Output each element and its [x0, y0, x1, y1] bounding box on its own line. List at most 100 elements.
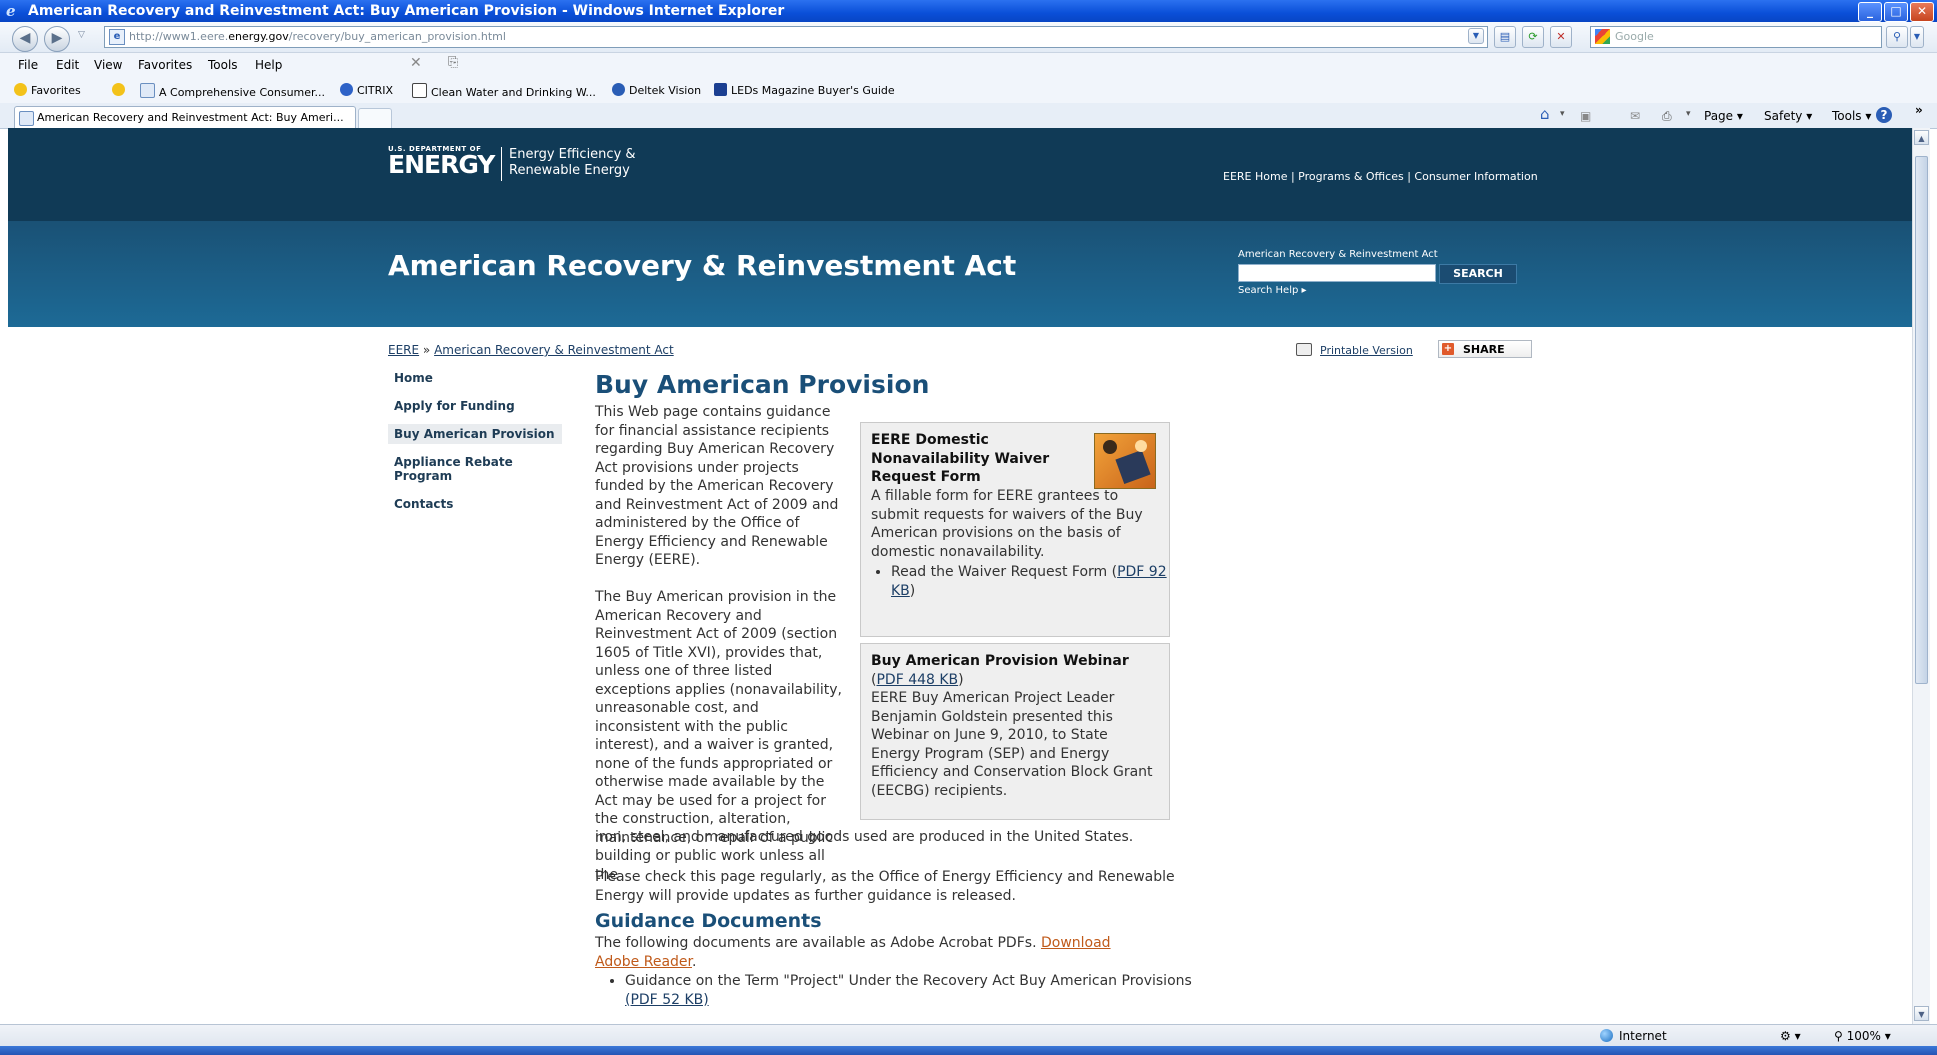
intro-paragraph: This Web page contains guidance for fina… [595, 404, 839, 568]
check-regularly-paragraph: Please check this page regularly, as the… [595, 869, 1175, 904]
webinar-box-content: Buy American Provision Webinar (PDF 448 … [871, 652, 1161, 800]
page-viewport: U.S. DEPARTMENT OF ENERGY Energy Efficie… [8, 128, 1912, 1024]
waiver-box-title: EERE Domestic Nonavailability Waiver Req… [871, 432, 1050, 485]
share-button[interactable]: + SHARE [1438, 340, 1532, 358]
favorites-button[interactable]: Favorites [14, 83, 81, 97]
epa-icon [412, 83, 427, 98]
print-icon[interactable]: ⎙ [1662, 109, 1672, 124]
waiver-box-body: A fillable form for EERE grantees to sub… [871, 488, 1143, 560]
menu-edit[interactable]: Edit [56, 58, 79, 72]
search-options-dropdown[interactable]: ▼ [1910, 26, 1924, 48]
buy-american-paragraph-end: iron, steel, and manufactured goods used… [595, 829, 1134, 845]
webinar-box-title: Buy American Provision Webinar [871, 653, 1129, 669]
scroll-down-arrow-icon[interactable]: ▼ [1914, 1006, 1929, 1021]
compatibility-icon: ▤ [1499, 30, 1511, 43]
breadcrumb: EERE » American Recovery & Reinvestment … [388, 343, 674, 357]
back-arrow-icon: ◀ [19, 30, 31, 46]
help-icon[interactable]: ? [1876, 107, 1892, 123]
tools-menu[interactable]: Tools ▾ [1832, 109, 1871, 123]
address-url[interactable]: http://www1.eere.energy.gov/recovery/buy… [129, 30, 506, 43]
close-button[interactable]: ✕ [1910, 2, 1934, 22]
guidance-item: Guidance on the Term "Project" Under the… [625, 972, 1205, 1009]
webinar-box-body: EERE Buy American Project Leader Benjami… [871, 690, 1153, 799]
address-toolbar: ◀ ▶ ▽ e http://www1.eere.energy.gov/reco… [0, 22, 1937, 53]
taskbar-strip [0, 1046, 1937, 1055]
vertical-scrollbar[interactable]: ▲ ▼ [1912, 128, 1930, 1024]
back-button[interactable]: ◀ [12, 26, 38, 52]
guidance-heading: Guidance Documents [595, 910, 822, 932]
menu-file[interactable]: File [18, 58, 38, 72]
top-links[interactable]: EERE Home | Programs & Offices | Consume… [1223, 170, 1538, 183]
left-nav: Home Apply for Funding Buy American Prov… [388, 368, 562, 522]
search-placeholder: Google [1615, 30, 1654, 43]
new-tab-button[interactable] [358, 108, 392, 129]
refresh-icon: ⟳ [1528, 30, 1538, 43]
favorite-link-4[interactable]: Deltek Vision [612, 83, 701, 97]
guidance-list: Guidance on the Term "Project" Under the… [595, 972, 1205, 1009]
stop-button[interactable]: ✕ [1550, 26, 1572, 48]
menu-help[interactable]: Help [255, 58, 282, 72]
forward-button[interactable]: ▶ [44, 26, 70, 52]
doe-logo[interactable]: U.S. DEPARTMENT OF ENERGY Energy Efficie… [388, 145, 636, 181]
leds-icon [714, 83, 727, 96]
history-dropdown-icon[interactable]: ▽ [78, 30, 85, 40]
waiver-form-item: Read the Waiver Request Form (PDF 92 KB) [891, 563, 1171, 600]
search-go-button[interactable]: ⚲ [1886, 26, 1908, 48]
tab-active[interactable]: American Recovery and Reinvestment Act: … [14, 106, 356, 129]
menu-bar: File Edit View Favorites Tools Help ✕ ⎘ [0, 53, 1937, 79]
add-favorite-button[interactable] [112, 83, 129, 97]
favorite-link-2[interactable]: CITRIX [340, 83, 393, 97]
guidance-pdf-link[interactable]: (PDF 52 KB) [625, 992, 709, 1008]
webinar-pdf-link[interactable]: PDF 448 KB [876, 672, 958, 688]
printable-version[interactable]: Printable Version [1296, 343, 1413, 357]
site-page-title: American Recovery & Reinvestment Act [388, 249, 1017, 282]
citrix-icon [340, 83, 353, 96]
address-bar[interactable]: e http://www1.eere.energy.gov/recovery/b… [104, 26, 1488, 48]
stop-icon: ✕ [1556, 30, 1566, 43]
printable-link[interactable]: Printable Version [1320, 344, 1413, 357]
nav-apply-for-funding[interactable]: Apply for Funding [388, 396, 562, 416]
home-dropdown-icon[interactable]: ▾ [1560, 109, 1565, 119]
page-menu[interactable]: Page ▾ [1704, 109, 1743, 123]
zoom-level[interactable]: ⚲ 100% ▾ [1834, 1029, 1891, 1043]
translate-icon[interactable]: ⎘ [448, 55, 458, 70]
home-icon[interactable]: ⌂ [1540, 105, 1550, 123]
feeds-icon[interactable]: ▣ [1580, 109, 1591, 123]
tab-label: American Recovery and Reinvestment Act: … [37, 111, 344, 124]
mail-icon[interactable]: ✉ [1630, 109, 1640, 123]
webinar-box: Buy American Provision Webinar (PDF 448 … [860, 643, 1170, 820]
address-dropdown-icon[interactable]: ▼ [1468, 28, 1484, 44]
nav-appliance-rebate-program[interactable]: Appliance Rebate Program [388, 452, 562, 486]
scroll-up-arrow-icon[interactable]: ▲ [1914, 130, 1929, 145]
chevron-more-icon[interactable]: » [1915, 103, 1923, 117]
restore-button[interactable]: □ [1884, 2, 1908, 22]
menu-tools[interactable]: Tools [208, 58, 238, 72]
site-search-button[interactable]: SEARCH [1439, 264, 1517, 284]
favorite-link-3[interactable]: Clean Water and Drinking W... [412, 83, 596, 99]
compatibility-view-button[interactable]: ▤ [1494, 26, 1516, 48]
site-search-input[interactable] [1238, 264, 1436, 282]
refresh-button[interactable]: ⟳ [1522, 26, 1544, 48]
protected-mode-icon[interactable]: ⚙ ▾ [1780, 1029, 1801, 1043]
breadcrumb-eere[interactable]: EERE [388, 343, 419, 357]
nav-home[interactable]: Home [388, 368, 562, 388]
nav-buy-american-provision[interactable]: Buy American Provision [388, 424, 562, 444]
favorite-link-1[interactable]: A Comprehensive Consumer... [140, 83, 325, 99]
search-help-link[interactable]: Search Help ▸ [1238, 285, 1307, 296]
doe-energy-text: ENERGY [388, 150, 495, 179]
menu-view[interactable]: View [94, 58, 122, 72]
add-favorite-icon [112, 83, 125, 96]
safety-menu[interactable]: Safety ▾ [1764, 109, 1812, 123]
nav-contacts[interactable]: Contacts [388, 494, 562, 514]
print-dropdown-icon[interactable]: ▾ [1686, 109, 1691, 119]
favorite-link-5[interactable]: LEDs Magazine Buyer's Guide [714, 83, 895, 97]
minimize-button[interactable]: _ [1858, 2, 1882, 22]
search-input[interactable]: Google [1590, 26, 1882, 48]
security-zone[interactable]: Internet [1600, 1029, 1667, 1043]
breadcrumb-current[interactable]: American Recovery & Reinvestment Act [434, 343, 674, 357]
ie-logo-icon: e [6, 2, 16, 20]
close-toolbar-icon[interactable]: ✕ [410, 55, 422, 71]
scroll-thumb[interactable] [1915, 156, 1928, 684]
share-label: SHARE [1463, 343, 1505, 356]
menu-favorites[interactable]: Favorites [138, 58, 192, 72]
